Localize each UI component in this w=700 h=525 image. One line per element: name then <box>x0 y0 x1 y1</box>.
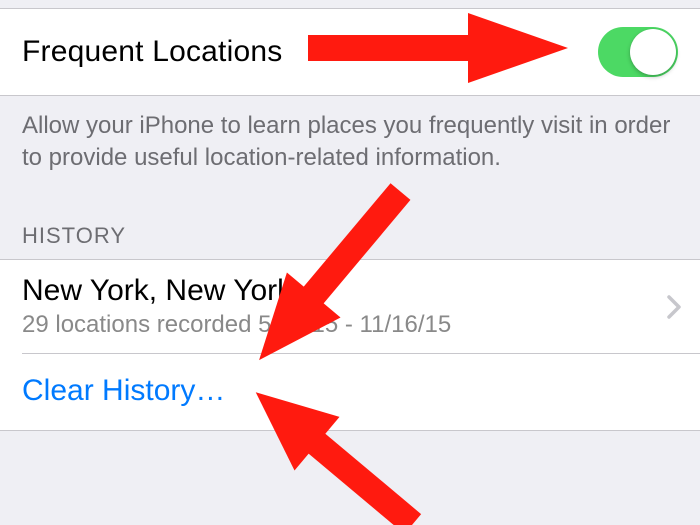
history-entry-row[interactable]: New York, New York 29 locations recorded… <box>0 259 700 354</box>
clear-history-button[interactable]: Clear History… <box>0 354 700 431</box>
history-entry-subtitle: 29 locations recorded 5/28/15 - 11/16/15 <box>22 311 678 339</box>
frequent-locations-row[interactable]: Frequent Locations <box>0 8 700 96</box>
toggle-knob <box>630 29 676 75</box>
chevron-right-icon <box>666 294 682 320</box>
frequent-locations-toggle[interactable] <box>598 27 678 77</box>
history-section-header: HISTORY <box>0 201 700 259</box>
frequent-locations-label: Frequent Locations <box>22 35 282 69</box>
history-entry-title: New York, New York <box>22 272 678 310</box>
clear-history-label: Clear History… <box>22 374 225 407</box>
frequent-locations-description: Allow your iPhone to learn places you fr… <box>0 96 700 201</box>
